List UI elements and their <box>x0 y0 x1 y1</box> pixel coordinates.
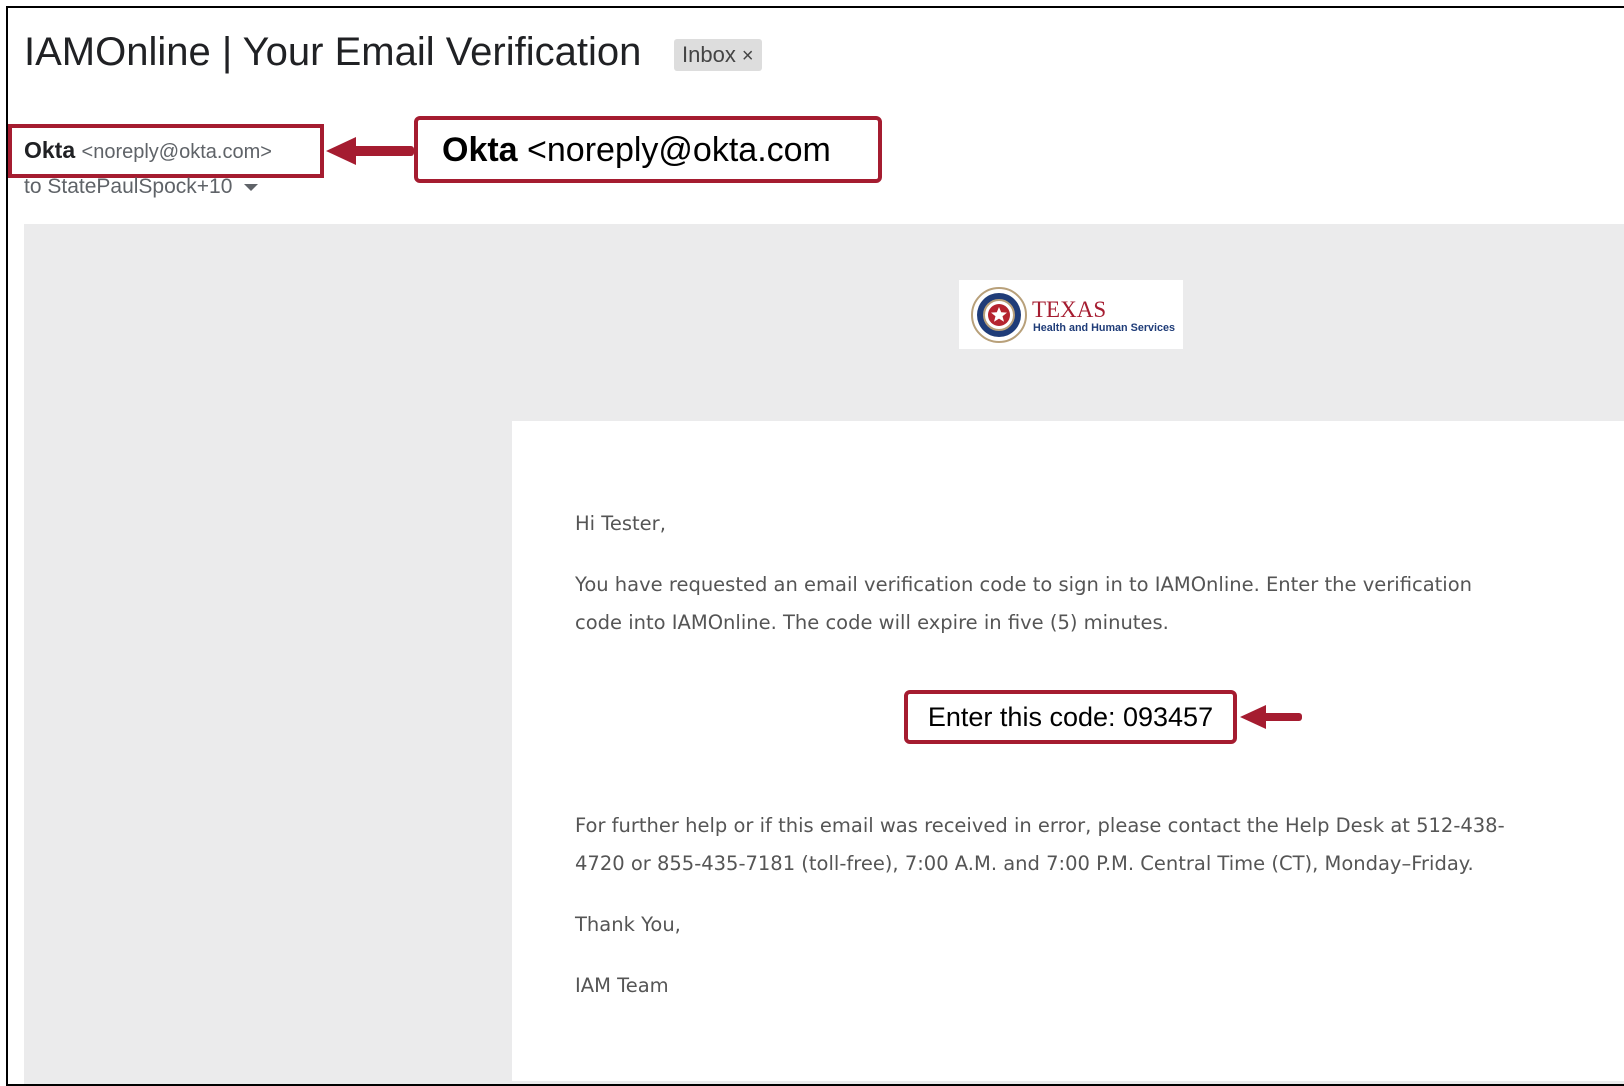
paragraph-2-line-1: For further help or if this email was re… <box>575 814 1505 837</box>
verification-code: Enter this code: 093457 <box>904 690 1237 744</box>
email-subject: IAMOnline | Your Email Verification <box>24 30 642 74</box>
sender-callout: Okta <noreply@okta.com <box>414 116 882 183</box>
signature: IAM Team <box>575 974 669 997</box>
closing: Thank You, <box>575 913 681 936</box>
paragraph-2-line-2: 4720 or 855-435-7181 (toll-free), 7:00 A… <box>575 852 1474 875</box>
recipients-text: to StatePaulSpock+10 <box>24 175 233 198</box>
chevron-down-icon[interactable] <box>244 183 259 191</box>
email-message-card <box>512 421 1624 1081</box>
inbox-label-text: Inbox <box>682 42 736 67</box>
greeting: Hi Tester, <box>575 512 666 535</box>
logo-subtitle: Health and Human Services <box>1033 322 1175 334</box>
recipients-toggle[interactable]: to StatePaulSpock+10 <box>24 175 259 199</box>
sender-arrow-icon <box>326 137 414 165</box>
code-arrow-icon <box>1240 705 1302 729</box>
texas-seal-icon: TEXAS Health and Human Services <box>971 287 1175 343</box>
paragraph-1-line-2: code into IAMOnline. The code will expir… <box>575 611 1169 634</box>
sender-highlight-box <box>8 124 324 178</box>
logo-title: TEXAS <box>1032 297 1106 322</box>
callout-sender-name: Okta <box>442 131 518 169</box>
paragraph-1-line-1: You have requested an email verification… <box>575 573 1472 596</box>
remove-label-icon[interactable]: × <box>742 45 754 67</box>
inbox-label-chip[interactable]: Inbox × <box>674 39 762 71</box>
texas-hhs-logo: TEXAS Health and Human Services <box>959 280 1183 349</box>
callout-sender-email: <noreply@okta.com <box>527 131 831 169</box>
